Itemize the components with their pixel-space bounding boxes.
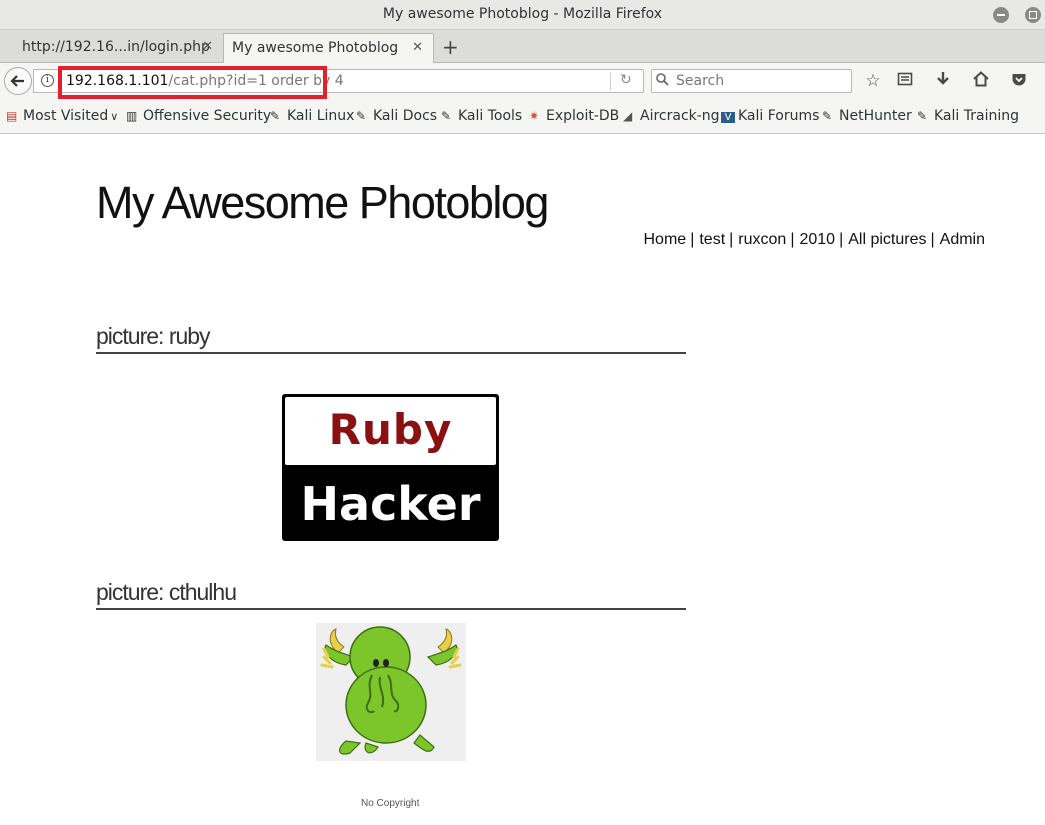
pocket-icon[interactable] — [1008, 71, 1030, 92]
nav-admin-link[interactable]: Admin — [940, 231, 985, 248]
footer-text: No Copyright — [361, 798, 420, 809]
kali-dragon-icon: ✎ — [356, 109, 367, 123]
bookmark-label: Exploit-DB — [546, 108, 620, 124]
tab-label: My awesome Photoblog — [232, 40, 399, 56]
site-title: My Awesome Photoblog — [96, 177, 549, 228]
bookmark-label: Most Visited — [23, 108, 109, 124]
tab-photoblog[interactable]: My awesome Photoblog ✕ — [223, 33, 434, 63]
site-nav: Home | test | ruxcon | 2010 | All pictures | Admin — [644, 231, 986, 249]
back-arrow-icon — [10, 75, 24, 87]
cthulhu-illustration — [320, 626, 462, 755]
nav-separator: | — [690, 231, 695, 248]
chevron-down-icon: ∨ — [110, 110, 119, 123]
window-title: My awesome Photoblog - Mozilla Firefox — [382, 6, 663, 22]
nav-2010-link[interactable]: 2010 — [799, 231, 835, 248]
nav-ruxcon-link[interactable]: ruxcon — [738, 231, 786, 248]
bookmark-label: Offensive Security — [143, 108, 272, 124]
nav-separator: | — [790, 231, 795, 248]
ruby-hacker-image[interactable]: Ruby Hacker — [282, 394, 499, 541]
aircrack-icon: ◢ — [623, 109, 633, 123]
search-icon — [656, 73, 669, 90]
new-tab-button[interactable]: + — [442, 35, 459, 59]
offsec-icon: ▥ — [126, 109, 138, 123]
bookmark-label: NetHunter — [839, 108, 912, 124]
nav-separator: | — [729, 231, 734, 248]
exploitdb-icon: ✷ — [529, 109, 540, 123]
close-tab-icon[interactable]: ✕ — [202, 39, 213, 54]
url-highlight-box — [58, 66, 327, 99]
bookmark-offensive-security[interactable]: ▥ Offensive Security — [126, 108, 271, 124]
bookmark-aircrack-ng[interactable]: ◢ Aircrack-ng — [623, 108, 720, 124]
bookmark-star-icon[interactable]: ☆ — [862, 71, 884, 91]
window-titlebar: My awesome Photoblog - Mozilla Firefox — [0, 0, 1045, 30]
kali-dragon-icon: ✎ — [917, 109, 928, 123]
bookmark-kali-docs[interactable]: ✎ Kali Docs — [356, 108, 437, 124]
bookmark-nethunter[interactable]: ✎ NetHunter — [822, 108, 912, 124]
folder-icon: ▤ — [6, 109, 18, 123]
ruby-image-text: Ruby — [328, 405, 453, 454]
bookmark-kali-training[interactable]: ✎ Kali Training — [917, 108, 1019, 124]
bookmark-most-visited[interactable]: ▤ Most Visited ∨ — [6, 108, 118, 124]
nav-separator: | — [930, 231, 935, 248]
reload-icon[interactable]: ↻ — [620, 72, 632, 88]
tab-login[interactable]: http://192.16...in/login.php ✕ — [0, 33, 223, 63]
nav-test-link[interactable]: test — [699, 231, 725, 248]
bookmark-label: Kali Tools — [458, 108, 523, 124]
cthulhu-image[interactable] — [316, 623, 466, 761]
bookmark-label: Kali Forums — [738, 108, 820, 124]
kali-dragon-icon: ✎ — [270, 109, 281, 123]
nav-separator: | — [839, 231, 844, 248]
hacker-image-text: Hacker — [300, 477, 481, 531]
close-tab-icon[interactable]: ✕ — [412, 40, 423, 55]
bookmark-exploit-db[interactable]: ✷ Exploit-DB — [529, 108, 619, 124]
bookmark-label: Kali Training — [934, 108, 1019, 124]
kali-dragon-icon: ✎ — [441, 109, 452, 123]
bookmarks-toolbar: ▤ Most Visited ∨ ▥ Offensive Security ✎ Kali… — [0, 99, 1045, 134]
nav-all-pictures-link[interactable]: All pictures — [848, 231, 926, 248]
tab-label: http://192.16...in/login.php — [22, 39, 210, 55]
reading-list-icon[interactable] — [894, 71, 916, 92]
kali-dragon-icon: ✎ — [822, 109, 833, 123]
search-placeholder: Search — [676, 73, 725, 89]
download-icon[interactable] — [932, 71, 954, 92]
page-content: My Awesome Photoblog Home | test | ruxcon | 20… — [0, 135, 1045, 825]
bookmark-kali-forums[interactable]: V Kali Forums — [721, 108, 819, 124]
picture-heading-ruby[interactable]: picture: ruby — [96, 323, 686, 354]
info-icon[interactable]: i — [41, 74, 54, 87]
picture-heading-cthulhu[interactable]: picture: cthulhu — [96, 579, 686, 610]
kali-forums-icon: V — [721, 112, 735, 123]
bookmark-label: Kali Linux — [287, 108, 355, 124]
search-input[interactable]: Search — [651, 69, 852, 93]
bookmark-kali-tools[interactable]: ✎ Kali Tools — [441, 108, 522, 124]
tab-strip: http://192.16...in/login.php ✕ My awesom… — [0, 30, 1045, 63]
bookmark-label: Aircrack-ng — [640, 108, 720, 124]
bookmark-label: Kali Docs — [373, 108, 438, 124]
maximize-button[interactable] — [1025, 7, 1041, 23]
bookmark-kali-linux[interactable]: ✎ Kali Linux — [270, 108, 354, 124]
back-button[interactable] — [4, 67, 32, 95]
url-divider — [610, 73, 611, 90]
home-icon[interactable] — [970, 71, 992, 92]
nav-home-link[interactable]: Home — [644, 231, 687, 248]
minimize-button[interactable] — [993, 7, 1009, 23]
